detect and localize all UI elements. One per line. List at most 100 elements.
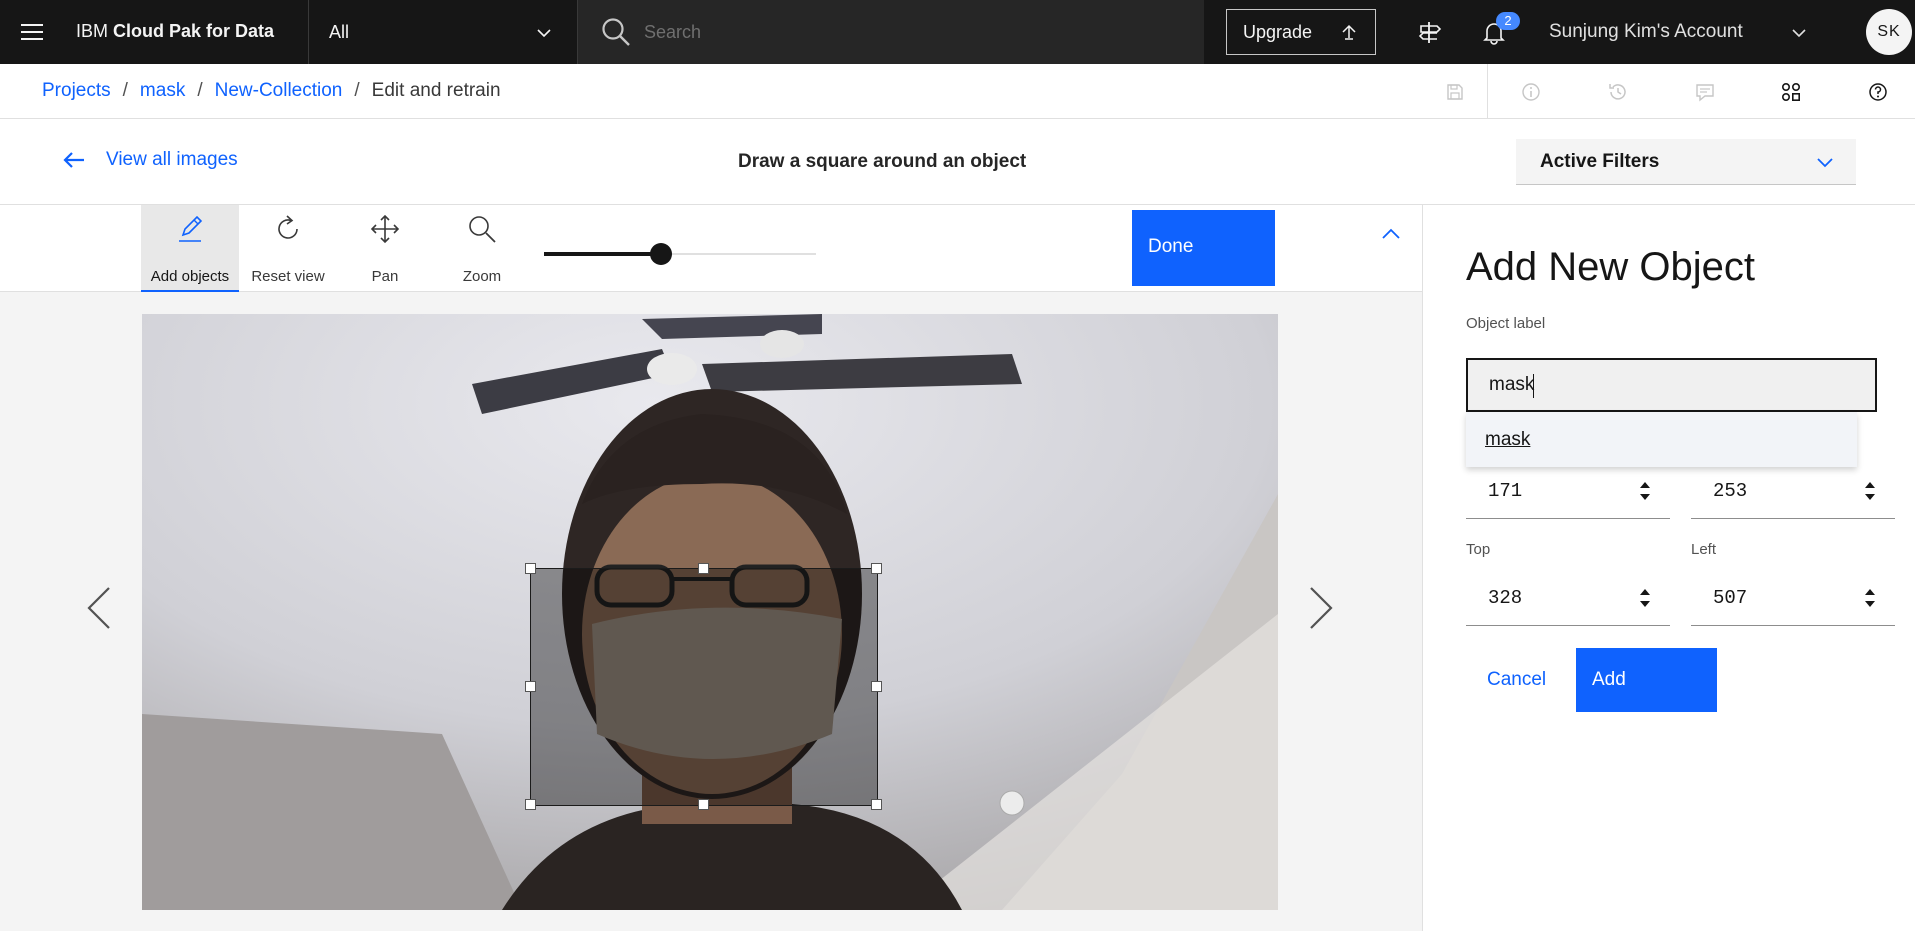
zoom-slider-fill xyxy=(544,252,661,256)
breadcrumb-bar: Projects / mask / New-Collection / Edit and re… xyxy=(0,64,1915,119)
info-button[interactable] xyxy=(1501,64,1561,119)
left-field[interactable]: 507 xyxy=(1691,571,1895,626)
toolbar-divider xyxy=(1487,64,1488,119)
signpost-button[interactable] xyxy=(1402,0,1458,64)
chevron-left-icon[interactable] xyxy=(84,585,114,631)
history-icon xyxy=(1609,83,1626,100)
breadcrumb-separator: / xyxy=(197,80,203,101)
upgrade-button[interactable]: Upgrade xyxy=(1226,9,1376,55)
settings-adjust-button[interactable] xyxy=(1761,64,1821,119)
account-switcher[interactable]: Sunjung Kim's Account xyxy=(1530,0,1850,64)
view-all-images-link[interactable]: View all images xyxy=(62,149,238,171)
resize-handle-bottom-right[interactable] xyxy=(871,799,882,810)
signpost-icon xyxy=(1418,22,1442,43)
breadcrumb: Projects / mask / New-Collection / Edit and re… xyxy=(42,80,501,102)
resize-handle-top-left[interactable] xyxy=(525,563,536,574)
chevron-down-icon xyxy=(1792,29,1806,38)
height-field[interactable]: 253 xyxy=(1691,464,1895,519)
cancel-button[interactable]: Cancel xyxy=(1466,648,1566,712)
pencil-icon xyxy=(179,215,203,242)
breadcrumb-mask[interactable]: mask xyxy=(140,80,185,101)
done-button[interactable]: Done xyxy=(1132,210,1275,286)
global-search xyxy=(578,0,1204,64)
tool-reset-view[interactable]: Reset view xyxy=(239,205,337,292)
product-name[interactable]: IBM Cloud Pak for Data xyxy=(76,0,274,64)
resize-handle-right[interactable] xyxy=(871,681,882,692)
spinner-arrows-icon[interactable] xyxy=(1863,586,1877,610)
resize-handle-top-right[interactable] xyxy=(871,563,882,574)
training-image[interactable] xyxy=(142,314,1278,910)
history-button[interactable] xyxy=(1588,64,1648,119)
object-label-field[interactable] xyxy=(1466,358,1877,412)
breadcrumb-separator: / xyxy=(354,80,360,101)
info-icon xyxy=(1522,82,1540,101)
scope-select[interactable]: All xyxy=(308,0,578,64)
zoom-icon xyxy=(469,216,496,243)
bounding-box[interactable] xyxy=(525,563,882,810)
resize-handle-bottom[interactable] xyxy=(698,799,709,810)
top-field[interactable]: 328 xyxy=(1466,571,1670,626)
active-filters-dropdown[interactable]: Active Filters xyxy=(1516,139,1856,185)
breadcrumb-new-collection[interactable]: New-Collection xyxy=(215,80,343,101)
arrow-left-icon xyxy=(63,152,84,168)
zoom-slider[interactable] xyxy=(544,243,816,265)
top-bar: IBM Cloud Pak for Data All Upgrade 2 Sun… xyxy=(0,0,1915,64)
breadcrumb-projects[interactable]: Projects xyxy=(42,80,111,101)
add-button[interactable]: Add xyxy=(1576,648,1717,712)
top-value: 328 xyxy=(1488,587,1523,609)
search-icon xyxy=(602,18,630,46)
tool-pan[interactable]: Pan xyxy=(336,205,434,292)
height-value: 253 xyxy=(1713,480,1748,502)
tool-zoom[interactable]: Zoom xyxy=(433,205,531,292)
menu-icon xyxy=(21,24,43,40)
width-field[interactable]: 171 xyxy=(1466,464,1670,519)
help-button[interactable] xyxy=(1848,64,1908,119)
resize-handle-bottom-left[interactable] xyxy=(525,799,536,810)
reset-icon xyxy=(278,215,298,239)
object-label-input[interactable] xyxy=(1468,360,1875,410)
scope-select-value: All xyxy=(329,22,350,42)
help-icon xyxy=(1869,82,1887,101)
notifications-button[interactable] xyxy=(1466,0,1522,64)
active-filters-label: Active Filters xyxy=(1540,151,1660,172)
upgrade-arrow-icon xyxy=(1342,24,1356,40)
panel-title: Add New Object xyxy=(1466,245,1756,289)
chevron-right-icon[interactable] xyxy=(1306,585,1336,631)
suggestion-text: mask xyxy=(1485,429,1531,450)
text-cursor xyxy=(1533,374,1534,398)
search-input[interactable] xyxy=(644,0,1164,64)
left-label: Left xyxy=(1691,541,1717,558)
breadcrumb-current: Edit and retrain xyxy=(371,80,501,101)
chevron-down-icon xyxy=(1817,158,1833,168)
breadcrumb-separator: / xyxy=(122,80,128,101)
move-icon xyxy=(370,214,400,244)
width-value: 171 xyxy=(1488,480,1523,502)
view-all-images-label: View all images xyxy=(106,149,238,170)
tool-add-objects[interactable]: Add objects xyxy=(141,205,239,292)
top-label: Top xyxy=(1466,541,1491,558)
save-button[interactable] xyxy=(1425,64,1485,119)
label-suggestion-item[interactable]: mask xyxy=(1466,412,1857,467)
spinner-arrows-icon[interactable] xyxy=(1638,586,1652,610)
notification-count-badge: 2 xyxy=(1496,12,1520,30)
menu-button[interactable] xyxy=(0,0,64,64)
spinner-arrows-icon[interactable] xyxy=(1863,479,1877,503)
image-canvas-area xyxy=(0,292,1422,931)
object-label-caption: Object label xyxy=(1466,315,1546,332)
upgrade-label: Upgrade xyxy=(1243,21,1313,42)
zoom-slider-thumb[interactable] xyxy=(649,243,672,265)
avatar[interactable]: SK xyxy=(1866,9,1912,55)
left-value: 507 xyxy=(1713,587,1748,609)
annotation-toolbar: Add objects Reset view Pan Zoom Done xyxy=(0,205,1422,292)
instruction-text: Draw a square around an object xyxy=(738,151,1027,172)
chevron-up-icon[interactable] xyxy=(1380,223,1402,245)
resize-handle-left[interactable] xyxy=(525,681,536,692)
resize-handle-top[interactable] xyxy=(698,563,709,574)
spinner-arrows-icon[interactable] xyxy=(1638,479,1652,503)
chevron-down-icon xyxy=(537,29,551,38)
account-name: Sunjung Kim's Account xyxy=(1549,21,1743,42)
comment-icon xyxy=(1696,83,1714,101)
comments-button[interactable] xyxy=(1675,64,1735,119)
settings-adjust-icon xyxy=(1781,82,1801,101)
add-object-panel: Add New Object Object label 171 253 mask… xyxy=(1422,205,1915,931)
